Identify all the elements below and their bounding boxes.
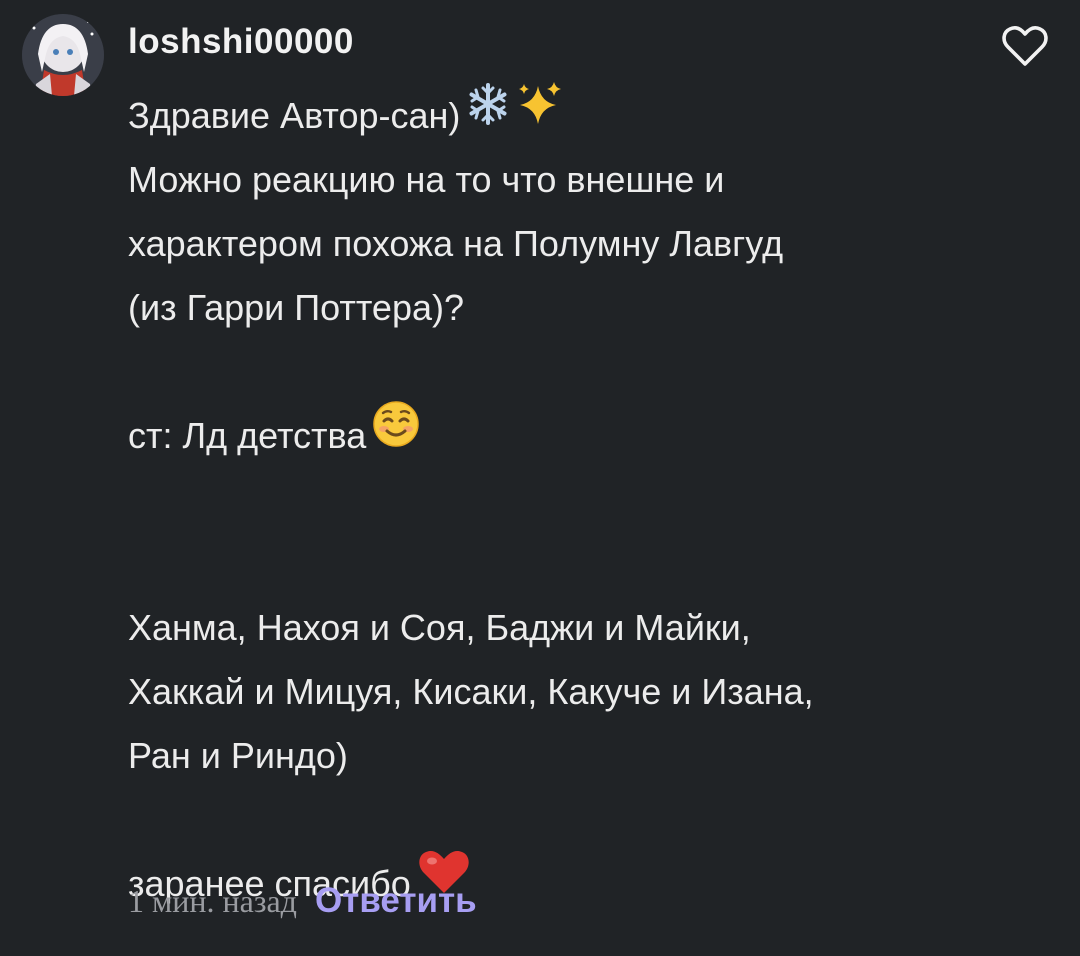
comment-card: loshshi00000 Здравие Автор-сан) Можно ре…: [0, 0, 1080, 956]
comment-line: Здравие Автор-сан): [128, 82, 1028, 148]
comment-line: ст: Лд детства: [128, 401, 1028, 468]
comment-footer: 1 мин. назад Ответить: [128, 876, 477, 927]
avatar[interactable]: [22, 14, 104, 96]
comment-line: Хаккай и Мицуя, Кисаки, Какуче и Изана,: [128, 671, 814, 712]
smiling-face-icon: [372, 400, 420, 468]
snowflake-icon: [466, 82, 510, 146]
heart-icon[interactable]: [1002, 24, 1048, 68]
username[interactable]: loshshi00000: [128, 22, 354, 62]
comment-line: характером похожа на Полумну Лавгуд: [128, 223, 784, 264]
timestamp: 1 мин. назад: [128, 883, 297, 919]
reply-button[interactable]: Ответить: [315, 881, 477, 920]
sparkles-icon: [516, 80, 564, 148]
comment-line: Ханма, Нахоя и Соя, Баджи и Майки,: [128, 607, 751, 648]
comment-line: Ран и Риндо): [128, 735, 348, 776]
comment-line: Можно реакцию на то что внешне и: [128, 159, 725, 200]
comment-body: Здравие Автор-сан) Можно реакцию на то ч…: [128, 82, 1028, 916]
comment-line: (из Гарри Поттера)?: [128, 287, 465, 328]
